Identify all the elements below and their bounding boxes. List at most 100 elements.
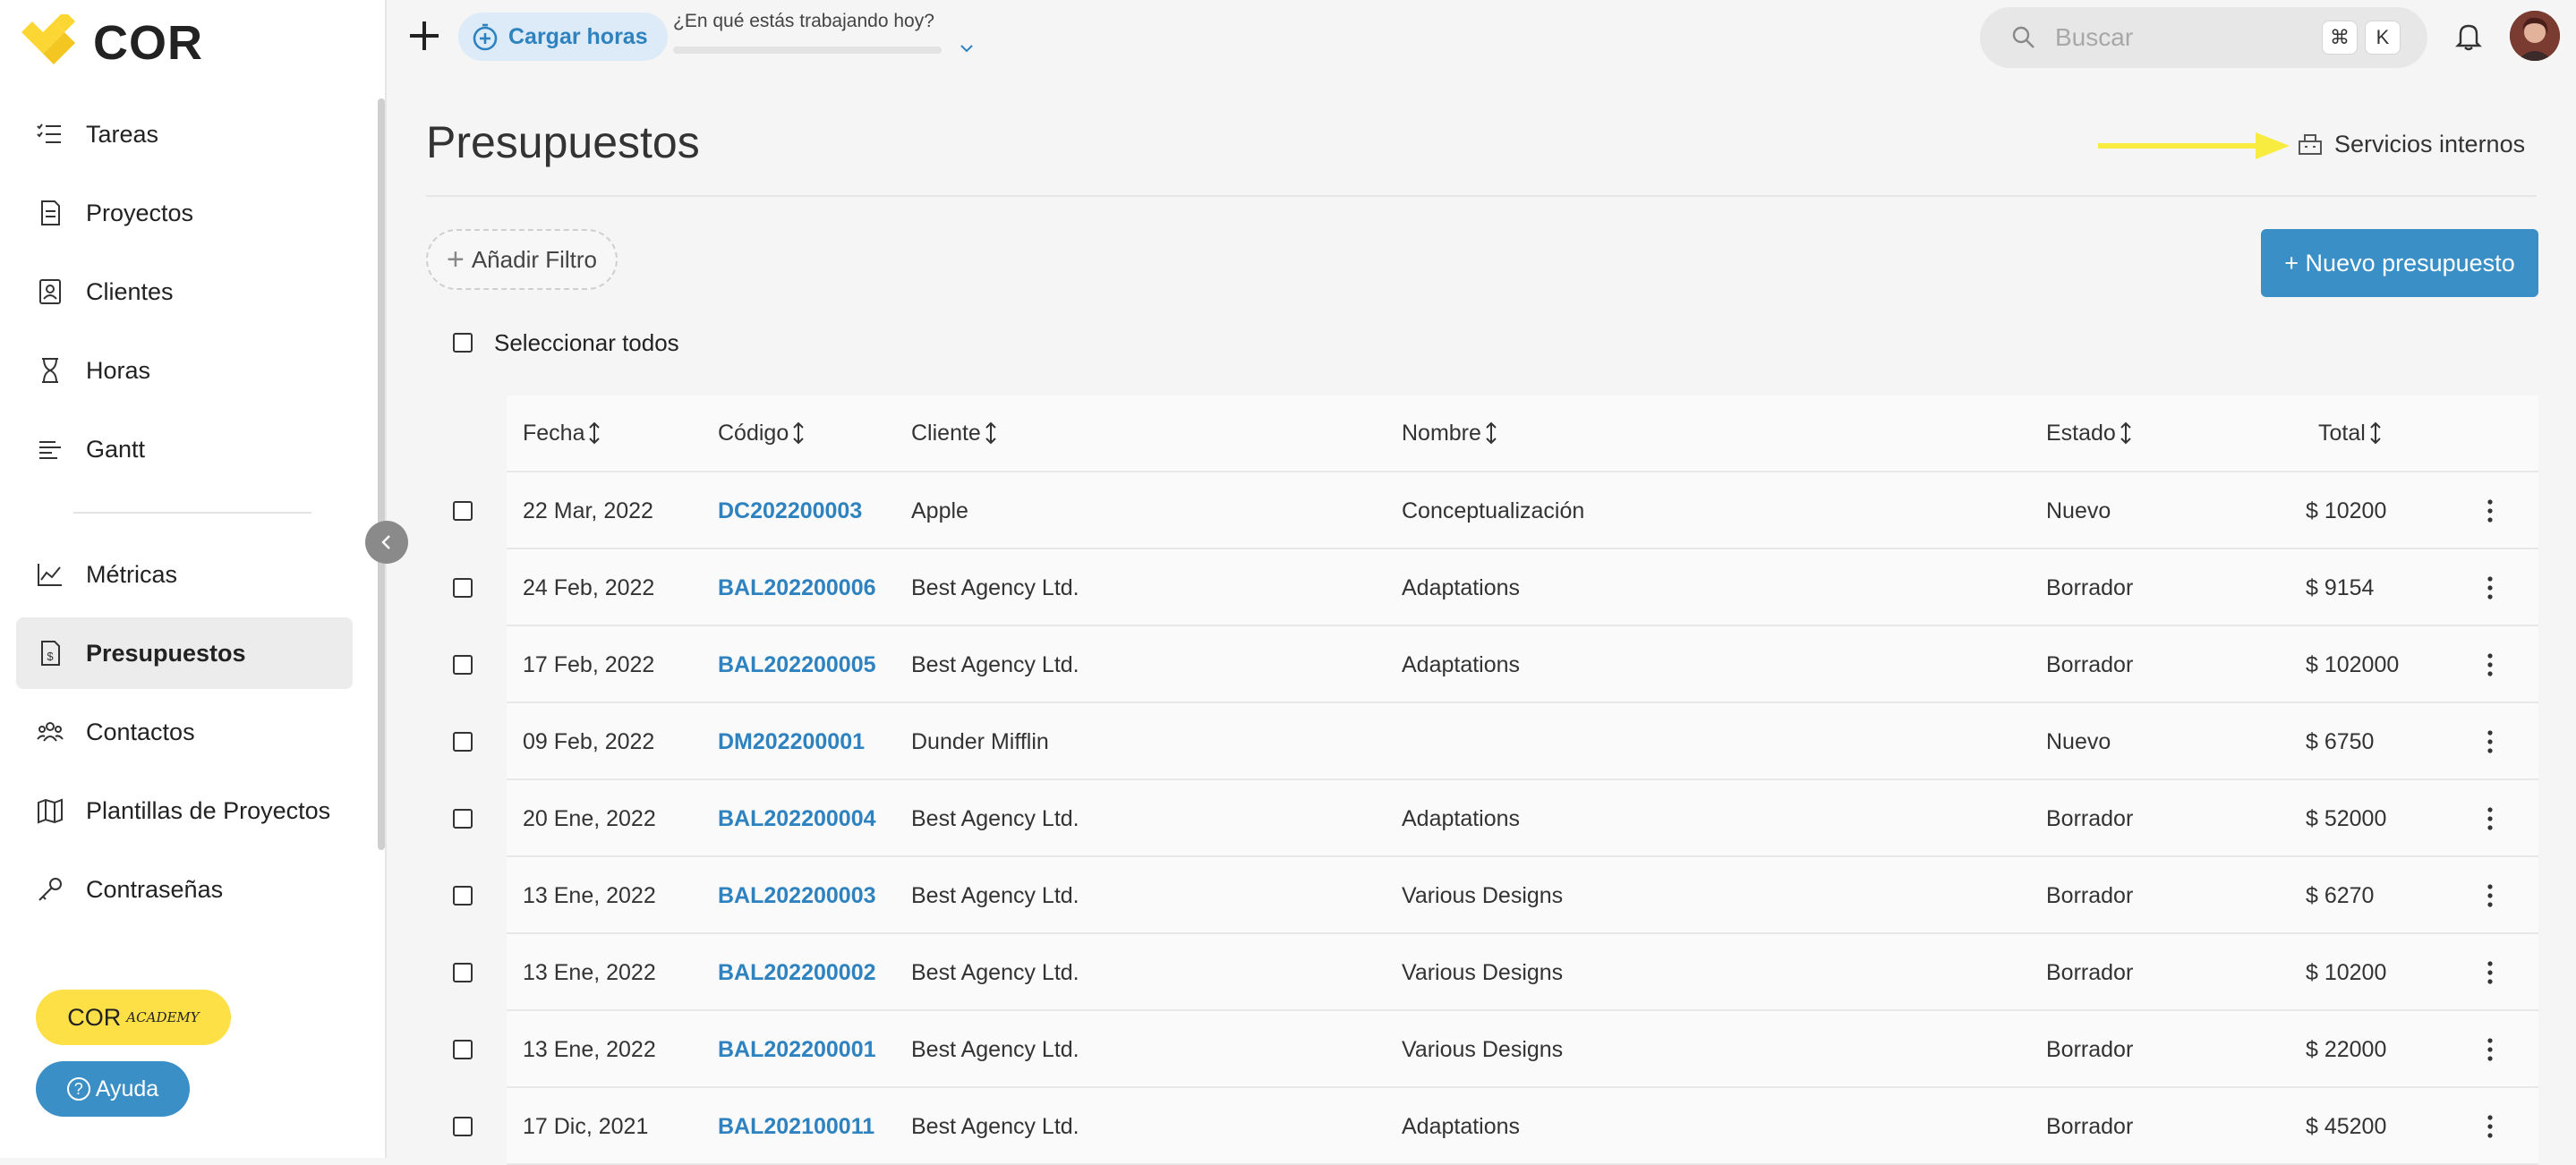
row-checkbox[interactable] xyxy=(453,1117,473,1136)
cell-cliente: Best Agency Ltd. xyxy=(911,805,1079,831)
internal-services-link[interactable]: Servicios internos xyxy=(2297,125,2525,163)
cell-codigo[interactable]: DC202200003 xyxy=(718,472,862,549)
column-header-label: Fecha xyxy=(523,420,585,446)
table-row[interactable]: 17 Dic, 2021 BAL202100011 Best Agency Ltd.… xyxy=(453,1088,2538,1165)
table-row[interactable]: 20 Ene, 2022 BAL202200004 Best Agency Ltd.… xyxy=(453,780,2538,857)
column-header-total[interactable]: Total xyxy=(2318,421,2382,446)
chevron-down-icon[interactable] xyxy=(958,39,976,57)
cell-codigo[interactable]: BAL202200006 xyxy=(718,549,876,626)
row-checkbox[interactable] xyxy=(453,886,473,906)
sort-icon xyxy=(589,421,601,445)
sidebar-item-gantt[interactable]: Gantt xyxy=(16,413,353,485)
cor-logo-mark-icon xyxy=(20,11,91,72)
sidebar-item-tareas[interactable]: Tareas xyxy=(16,98,353,170)
table-row[interactable]: 17 Feb, 2022 BAL202200005 Best Agency Ltd.… xyxy=(453,626,2538,703)
stopwatch-plus-icon xyxy=(473,23,498,51)
table-row[interactable]: 13 Ene, 2022 BAL202200001 Best Agency Ltd.… xyxy=(453,1011,2538,1088)
cell-total: $ 9154 xyxy=(2306,574,2375,600)
more-options-icon[interactable] xyxy=(2485,651,2495,679)
add-filter-button[interactable]: + Añadir Filtro xyxy=(426,229,618,290)
row-checkbox[interactable] xyxy=(453,578,473,598)
cell-nombre: Adaptations xyxy=(1402,1113,1521,1139)
load-hours-button[interactable]: Cargar horas xyxy=(458,13,668,61)
plus-icon xyxy=(410,21,439,50)
cell-cliente: Best Agency Ltd. xyxy=(911,651,1079,677)
sidebar-item-presupuestos[interactable]: $ Presupuestos xyxy=(16,617,353,689)
column-header-label: Código xyxy=(718,420,789,446)
cell-fecha: 13 Ene, 2022 xyxy=(523,959,656,985)
cell-codigo[interactable]: BAL202200002 xyxy=(718,934,876,1011)
sidebar-scrollbar[interactable] xyxy=(378,98,385,850)
table-row[interactable]: 13 Ene, 2022 BAL202200003 Best Agency Ltd.… xyxy=(453,857,2538,934)
sidebar-item-label: Métricas xyxy=(86,560,178,588)
gantt-icon xyxy=(36,435,64,463)
sidebar-item-proyectos[interactable]: Proyectos xyxy=(16,177,353,249)
user-avatar[interactable] xyxy=(2510,11,2560,61)
sidebar-item-horas[interactable]: Horas xyxy=(16,335,353,406)
cell-nombre: Various Designs xyxy=(1402,882,1564,908)
row-checkbox[interactable] xyxy=(453,809,473,829)
sidebar-item-contactos[interactable]: Contactos xyxy=(16,696,353,768)
cell-nombre: Various Designs xyxy=(1402,1036,1564,1062)
cell-fecha: 24 Feb, 2022 xyxy=(523,574,655,600)
sidebar-item-label: Presupuestos xyxy=(86,639,246,667)
working-on-input[interactable] xyxy=(673,47,942,54)
row-checkbox[interactable] xyxy=(453,732,473,752)
search-input[interactable] xyxy=(2055,23,2315,52)
table-row[interactable]: 13 Ene, 2022 BAL202200002 Best Agency Ltd.… xyxy=(453,934,2538,1011)
sidebar-item-m-tricas[interactable]: Métricas xyxy=(16,539,353,610)
search-box[interactable]: ⌘ K xyxy=(1980,7,2427,68)
row-checkbox[interactable] xyxy=(453,655,473,675)
cell-fecha: 17 Feb, 2022 xyxy=(523,651,655,677)
select-all[interactable]: Seleccionar todos xyxy=(453,329,679,356)
more-options-icon[interactable] xyxy=(2485,881,2495,910)
cell-estado: Borrador xyxy=(2046,805,2134,831)
table-row[interactable]: 22 Mar, 2022 DC202200003 Apple Conceptualiz… xyxy=(453,472,2538,549)
column-header-fecha[interactable]: Fecha xyxy=(523,421,601,446)
more-options-icon[interactable] xyxy=(2485,497,2495,525)
table-row[interactable]: 24 Feb, 2022 BAL202200006 Best Agency Ltd.… xyxy=(453,549,2538,626)
column-header-cliente[interactable]: Cliente xyxy=(911,421,997,446)
more-options-icon[interactable] xyxy=(2485,804,2495,833)
column-header-c-digo[interactable]: Código xyxy=(718,421,805,446)
column-header-nombre[interactable]: Nombre xyxy=(1402,421,1497,446)
more-options-icon[interactable] xyxy=(2485,958,2495,987)
table-row[interactable]: 09 Feb, 2022 DM202200001 Dunder Mifflin Nue… xyxy=(453,703,2538,780)
cell-total: $ 6270 xyxy=(2306,882,2375,908)
cell-cliente: Dunder Mifflin xyxy=(911,728,1049,754)
help-button[interactable]: ? Ayuda xyxy=(36,1061,190,1117)
kbd-command: ⌘ xyxy=(2322,21,2358,55)
annotation-arrow-icon xyxy=(2098,132,2290,159)
new-budget-button[interactable]: + Nuevo presupuesto xyxy=(2261,229,2538,297)
internal-services-label: Servicios internos xyxy=(2334,130,2526,157)
more-options-icon[interactable] xyxy=(2485,727,2495,756)
row-checkbox[interactable] xyxy=(453,501,473,521)
bell-icon[interactable] xyxy=(2452,20,2485,52)
select-all-checkbox[interactable] xyxy=(453,333,473,353)
column-header-estado[interactable]: Estado xyxy=(2046,421,2132,446)
more-options-icon[interactable] xyxy=(2485,1112,2495,1141)
hourglass-icon xyxy=(36,356,64,385)
cell-codigo[interactable]: DM202200001 xyxy=(718,703,865,780)
sort-icon xyxy=(1486,421,1497,445)
sidebar-item-contrase-as[interactable]: Contraseñas xyxy=(16,854,353,925)
cor-logo[interactable]: COR xyxy=(20,11,203,72)
sidebar-item-clientes[interactable]: Clientes xyxy=(16,256,353,327)
cell-cliente: Best Agency Ltd. xyxy=(911,1113,1079,1139)
more-options-icon[interactable] xyxy=(2485,1035,2495,1064)
more-options-icon[interactable] xyxy=(2485,574,2495,602)
row-checkbox[interactable] xyxy=(453,963,473,982)
sidebar-item-plantillas-de-proyectos[interactable]: Plantillas de Proyectos xyxy=(16,775,353,846)
row-checkbox[interactable] xyxy=(453,1040,473,1059)
cell-codigo[interactable]: BAL202200001 xyxy=(718,1011,876,1088)
collapse-sidebar-button[interactable] xyxy=(365,521,408,564)
cell-codigo[interactable]: BAL202200003 xyxy=(718,857,876,934)
cor-academy-button[interactable]: COR ACADEMY xyxy=(36,990,231,1045)
cell-codigo[interactable]: BAL202100011 xyxy=(718,1088,874,1165)
cell-codigo[interactable]: BAL202200005 xyxy=(718,626,876,703)
sort-icon xyxy=(985,421,996,445)
cell-codigo[interactable]: BAL202200004 xyxy=(718,780,876,857)
cell-nombre: Conceptualización xyxy=(1402,497,1585,523)
academy-label: COR xyxy=(67,1003,122,1031)
add-button[interactable] xyxy=(406,18,442,54)
